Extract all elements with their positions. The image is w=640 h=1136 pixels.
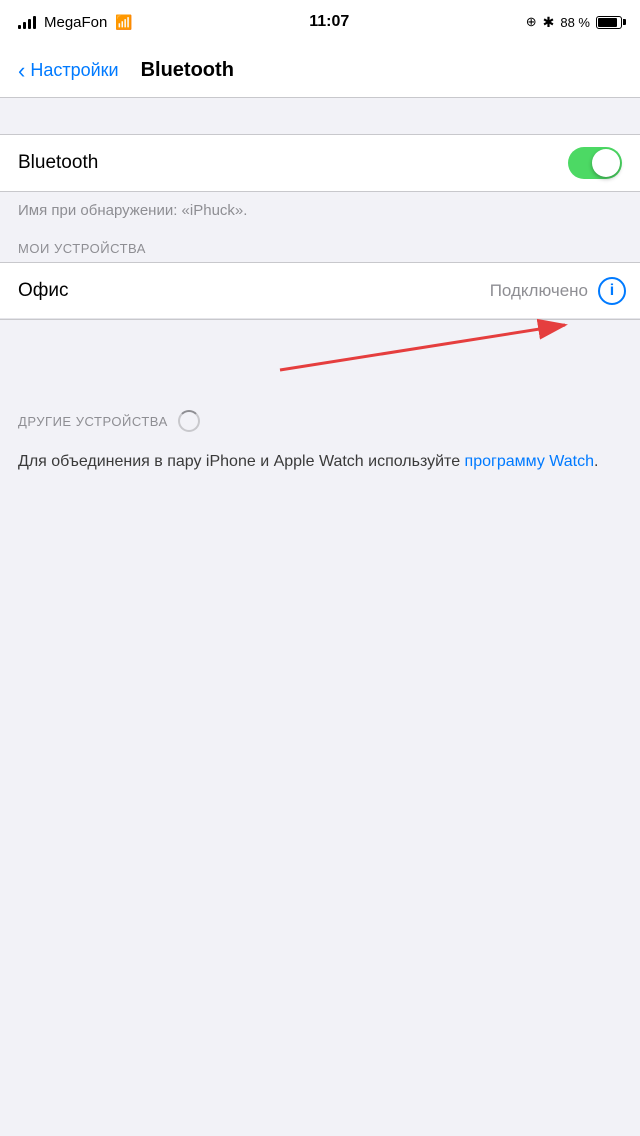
location-icon: ⊕ — [526, 14, 537, 30]
bluetooth-row: Bluetooth — [0, 135, 640, 191]
my-devices-section: Офис Подключено i — [0, 262, 640, 320]
bluetooth-icon: ✱ — [543, 14, 555, 31]
status-bar: MegaFon 📶 11:07 ⊕ ✱ 88 % — [0, 0, 640, 44]
carrier-label: MegaFon — [44, 14, 107, 31]
watch-note: Для объединения в пару iPhone и Apple Wa… — [0, 438, 640, 492]
bluetooth-section: Bluetooth — [0, 134, 640, 192]
back-button[interactable]: ‹ Настройки — [18, 58, 119, 84]
device-name: Офис — [18, 280, 69, 302]
status-left: MegaFon 📶 — [18, 14, 133, 31]
watch-note-text1: Для объединения в пару iPhone и Apple Wa… — [18, 453, 465, 470]
connected-status: Подключено — [490, 281, 588, 301]
nav-bar: ‹ Настройки Bluetooth — [0, 44, 640, 98]
battery-icon — [596, 16, 622, 29]
device-right: Подключено i — [490, 277, 626, 305]
info-button[interactable]: i — [598, 277, 626, 305]
arrow-annotation — [0, 320, 640, 400]
back-label: Настройки — [30, 60, 118, 81]
back-chevron-icon: ‹ — [18, 58, 25, 84]
section-gap-top — [0, 98, 640, 134]
signal-bars-icon — [18, 15, 36, 29]
bottom-area — [0, 492, 640, 892]
watch-app-link[interactable]: программу Watch — [465, 453, 594, 470]
battery-pct: 88 % — [560, 15, 590, 30]
discovery-note: Имя при обнаружении: «iPhuck». — [0, 192, 640, 233]
page-title: Bluetooth — [141, 59, 234, 82]
bluetooth-label: Bluetooth — [18, 152, 98, 174]
status-right: ⊕ ✱ 88 % — [526, 14, 622, 31]
wifi-icon: 📶 — [115, 14, 132, 31]
loading-spinner — [178, 410, 200, 432]
watch-note-text2: . — [594, 453, 598, 470]
toggle-knob — [592, 149, 620, 177]
my-devices-header: МОИ УСТРОЙСТВА — [0, 233, 640, 262]
status-time: 11:07 — [309, 13, 349, 31]
device-row-ofis: Офис Подключено i — [0, 263, 640, 319]
bluetooth-toggle[interactable] — [568, 147, 622, 179]
other-devices-header-row: ДРУГИЕ УСТРОЙСТВА — [0, 400, 640, 438]
other-devices-label: ДРУГИЕ УСТРОЙСТВА — [18, 414, 168, 429]
